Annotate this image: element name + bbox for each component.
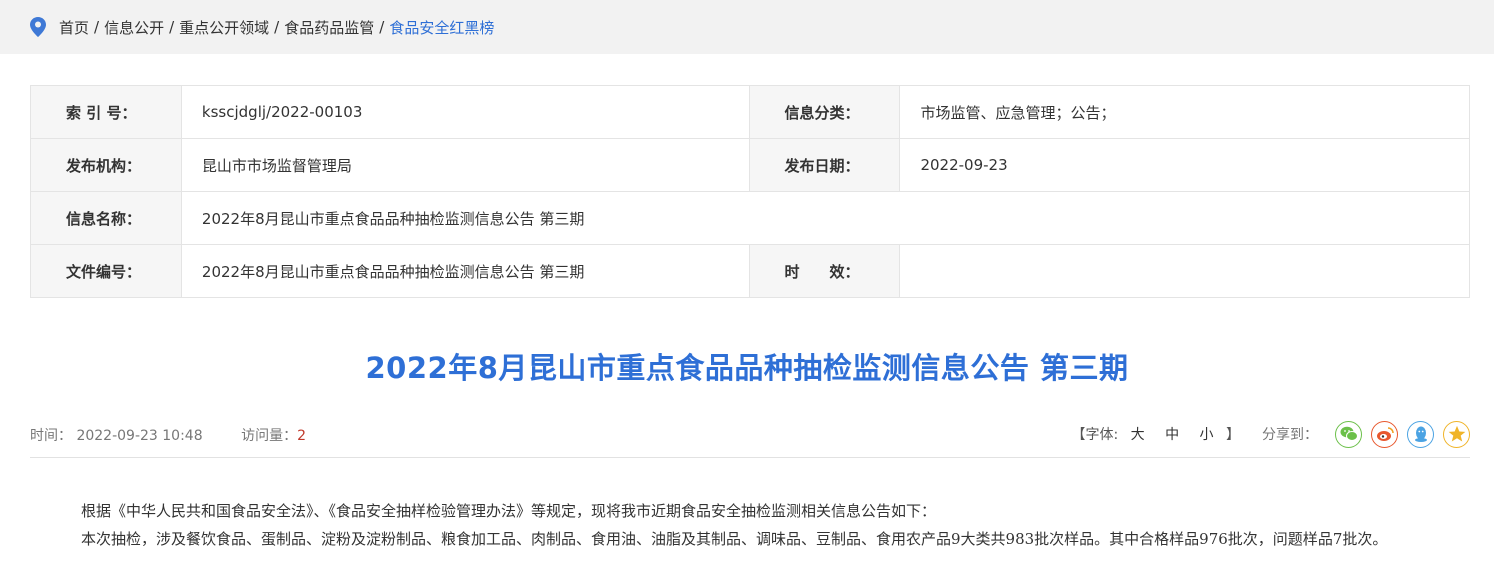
article-paragraph: 根据《中华人民共和国食品安全法》、《食品安全抽样检验管理办法》等规定，现将我市近… <box>81 502 937 520</box>
wechat-share-button[interactable] <box>1335 420 1362 448</box>
article-tools: 【字体: 大 中 小 】 分享到： <box>1071 420 1470 448</box>
breadcrumb-separator: / <box>274 18 280 36</box>
breadcrumb-info-public[interactable]: 信息公开 <box>104 17 164 38</box>
table-row: 索 引 号： ksscjdglj/2022-00103 信息分类： 市场监管、应… <box>30 85 1470 139</box>
breadcrumb-separator: / <box>379 18 385 36</box>
validity-value <box>899 244 1470 298</box>
index-label: 索 引 号： <box>30 85 182 139</box>
table-row: 发布机构： 昆山市市场监督管理局 发布日期： 2022-09-23 <box>30 138 1470 192</box>
font-size-close: 】 <box>1226 427 1240 443</box>
info-name-value: 2022年8月昆山市重点食品品种抽检监测信息公告 第三期 <box>180 191 1471 245</box>
article-info-bar: 时间： 2022-09-23 10:48 访问量：2 【字体: 大 中 小 】 … <box>30 420 1470 458</box>
article-body: 根据《中华人民共和国食品安全法》、《食品安全抽样检验管理办法》等规定，现将我市近… <box>48 497 1438 553</box>
qzone-star-icon <box>1448 425 1465 442</box>
article-stats: 时间： 2022-09-23 10:48 访问量：2 <box>30 425 306 445</box>
doc-number-value: 2022年8月昆山市重点食品品种抽检监测信息公告 第三期 <box>180 244 750 298</box>
publisher-value: 昆山市市场监督管理局 <box>180 138 750 192</box>
category-value: 市场监管、应急管理；公告； <box>899 85 1470 139</box>
info-name-label: 信息名称： <box>30 191 182 245</box>
table-row: 信息名称： 2022年8月昆山市重点食品品种抽检监测信息公告 第三期 <box>30 191 1471 245</box>
time-label: 时间： <box>30 428 72 444</box>
qq-share-button[interactable] <box>1407 420 1434 448</box>
breadcrumb-separator: / <box>169 18 175 36</box>
category-label: 信息分类： <box>748 85 901 139</box>
publisher-label: 发布机构： <box>30 138 182 192</box>
font-large-button[interactable]: 大 <box>1131 427 1145 443</box>
visits-count: 2 <box>297 428 306 444</box>
metadata-table: 索 引 号： ksscjdglj/2022-00103 信息分类： 市场监管、应… <box>30 85 1471 298</box>
share-label: 分享到： <box>1262 427 1318 443</box>
wechat-icon <box>1340 426 1358 441</box>
weibo-icon <box>1376 427 1394 441</box>
breadcrumb-food-drug[interactable]: 食品药品监管 <box>284 17 374 38</box>
breadcrumb: 首页 / 信息公开 / 重点公开领域 / 食品药品监管 / 食品安全红黑榜 <box>0 0 1494 54</box>
font-small-button[interactable]: 小 <box>1200 427 1214 443</box>
date-label: 发布日期： <box>748 138 901 192</box>
location-pin-icon <box>30 17 46 37</box>
font-size-open: 【字体: <box>1071 427 1119 443</box>
index-value: ksscjdglj/2022-00103 <box>180 85 750 139</box>
breadcrumb-separator: / <box>94 18 100 36</box>
table-row: 文件编号： 2022年8月昆山市重点食品品种抽检监测信息公告 第三期 时 效： <box>30 244 1470 298</box>
article-paragraph: 本次抽检，涉及餐饮食品、蛋制品、淀粉及淀粉制品、粮食加工品、肉制品、食用油、油脂… <box>81 530 1388 548</box>
visits-label: 访问量： <box>241 428 298 444</box>
weibo-share-button[interactable] <box>1371 420 1398 448</box>
breadcrumb-home[interactable]: 首页 <box>59 17 89 38</box>
date-value: 2022-09-23 <box>899 138 1470 192</box>
qq-icon <box>1414 426 1427 442</box>
breadcrumb-current[interactable]: 食品安全红黑榜 <box>389 17 494 38</box>
time-value: 2022-09-23 10:48 <box>76 428 203 444</box>
font-size-control: 【字体: 大 中 小 】 <box>1071 424 1240 444</box>
breadcrumb-key-areas[interactable]: 重点公开领域 <box>179 17 269 38</box>
doc-number-label: 文件编号： <box>30 244 182 298</box>
qzone-share-button[interactable] <box>1443 420 1470 448</box>
validity-label: 时 效： <box>748 244 901 298</box>
font-medium-button[interactable]: 中 <box>1165 427 1179 443</box>
page-title: 2022年8月昆山市重点食品品种抽检监测信息公告 第三期 <box>365 351 1129 385</box>
